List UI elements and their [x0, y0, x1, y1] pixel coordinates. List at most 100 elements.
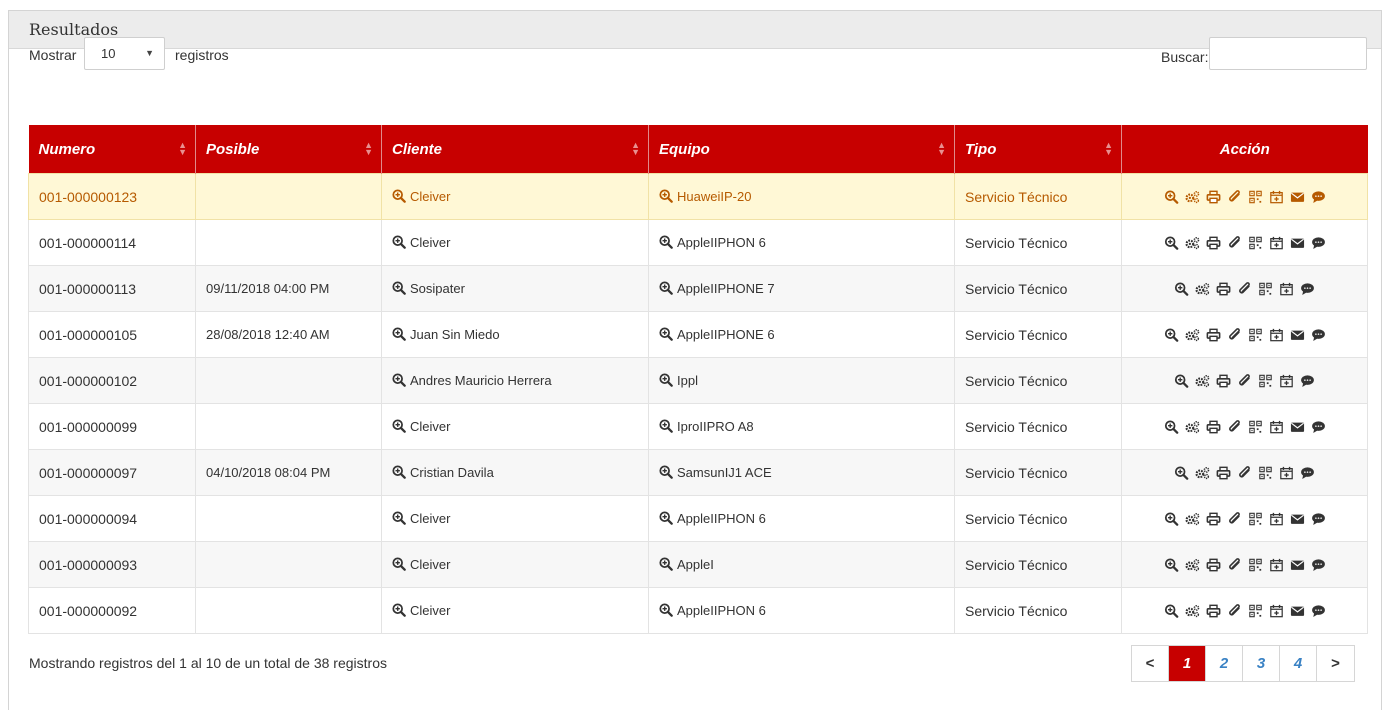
- cell-cliente[interactable]: Andres Mauricio Herrera: [381, 357, 649, 404]
- column-header-posible[interactable]: Posible ▲ ▼: [195, 125, 382, 174]
- cliente-link[interactable]: Cleiver: [410, 419, 450, 434]
- cell-equipo[interactable]: AppleIIPHON 6: [648, 219, 955, 266]
- paperclip-icon[interactable]: [1225, 419, 1244, 434]
- qrcode-icon[interactable]: [1256, 374, 1275, 388]
- print-icon[interactable]: [1204, 420, 1223, 434]
- qrcode-icon[interactable]: [1256, 466, 1275, 480]
- print-icon[interactable]: [1214, 374, 1233, 388]
- envelope-icon[interactable]: [1288, 236, 1307, 250]
- print-icon[interactable]: [1214, 282, 1233, 296]
- comment-icon[interactable]: [1309, 420, 1328, 434]
- calendar-plus-icon[interactable]: [1267, 558, 1286, 572]
- equipo-link[interactable]: AppleIIPHONE 6: [677, 327, 775, 342]
- envelope-icon[interactable]: [1288, 190, 1307, 204]
- cliente-link[interactable]: Cleiver: [410, 603, 450, 618]
- comment-icon[interactable]: [1309, 512, 1328, 526]
- cell-equipo[interactable]: AppleIIPHON 6: [648, 495, 955, 542]
- cogs-icon[interactable]: [1193, 282, 1212, 296]
- calendar-plus-icon[interactable]: [1267, 420, 1286, 434]
- comment-icon[interactable]: [1309, 328, 1328, 342]
- pagination-page-3[interactable]: 3: [1243, 646, 1280, 681]
- table-row[interactable]: 001-000000093 Cleiver AppleI Servicio Técni…: [28, 541, 1368, 588]
- zoom-in-icon[interactable]: [1172, 465, 1191, 480]
- paperclip-icon[interactable]: [1235, 281, 1254, 296]
- cell-cliente[interactable]: Cleiver: [381, 403, 649, 450]
- cogs-icon[interactable]: [1183, 236, 1202, 250]
- pagination-page-4[interactable]: 4: [1280, 646, 1317, 681]
- cell-equipo[interactable]: IproIIPRO A8: [648, 403, 955, 450]
- cell-equipo[interactable]: AppleIIPHONE 7: [648, 265, 955, 312]
- cliente-link[interactable]: Sosipater: [410, 281, 465, 296]
- zoom-in-icon[interactable]: [1162, 327, 1181, 342]
- qrcode-icon[interactable]: [1246, 190, 1265, 204]
- print-icon[interactable]: [1204, 236, 1223, 250]
- paperclip-icon[interactable]: [1225, 603, 1244, 618]
- comment-icon[interactable]: [1309, 190, 1328, 204]
- equipo-link[interactable]: Ippl: [677, 373, 698, 388]
- zoom-in-icon[interactable]: [1172, 281, 1191, 296]
- calendar-plus-icon[interactable]: [1267, 328, 1286, 342]
- cogs-icon[interactable]: [1183, 512, 1202, 526]
- print-icon[interactable]: [1204, 190, 1223, 204]
- equipo-link[interactable]: AppleI: [677, 557, 714, 572]
- column-header-equipo[interactable]: Equipo ▲ ▼: [648, 125, 955, 174]
- per-page-select[interactable]: 10 ▼: [84, 37, 165, 70]
- cell-equipo[interactable]: AppleI: [648, 541, 955, 588]
- equipo-link[interactable]: AppleIIPHON 6: [677, 603, 766, 618]
- table-row[interactable]: 001-000000102 Andres Mauricio Herrera Ippl…: [28, 357, 1368, 404]
- paperclip-icon[interactable]: [1225, 511, 1244, 526]
- equipo-link[interactable]: AppleIIPHON 6: [677, 511, 766, 526]
- cell-equipo[interactable]: Ippl: [648, 357, 955, 404]
- table-row[interactable]: 001-000000092 Cleiver AppleIIPHON 6 Servici…: [28, 587, 1368, 634]
- paperclip-icon[interactable]: [1235, 373, 1254, 388]
- print-icon[interactable]: [1204, 512, 1223, 526]
- cell-cliente[interactable]: Cleiver: [381, 495, 649, 542]
- cell-equipo[interactable]: SamsunIJ1 ACE: [648, 449, 955, 496]
- cliente-link[interactable]: Cleiver: [410, 557, 450, 572]
- print-icon[interactable]: [1204, 328, 1223, 342]
- qrcode-icon[interactable]: [1246, 420, 1265, 434]
- zoom-in-icon[interactable]: [1162, 235, 1181, 250]
- zoom-in-icon[interactable]: [1162, 189, 1181, 204]
- envelope-icon[interactable]: [1288, 604, 1307, 618]
- cell-cliente[interactable]: Cleiver: [381, 219, 649, 266]
- search-input[interactable]: [1209, 37, 1367, 70]
- column-header-cliente[interactable]: Cliente ▲ ▼: [381, 125, 649, 174]
- zoom-in-icon[interactable]: [1162, 557, 1181, 572]
- comment-icon[interactable]: [1309, 236, 1328, 250]
- qrcode-icon[interactable]: [1246, 558, 1265, 572]
- qrcode-icon[interactable]: [1246, 604, 1265, 618]
- comment-icon[interactable]: [1309, 604, 1328, 618]
- equipo-link[interactable]: IproIIPRO A8: [677, 419, 754, 434]
- table-row[interactable]: 001-000000123 Cleiver HuaweiIP-20 Servicio …: [28, 173, 1368, 220]
- comment-icon[interactable]: [1298, 282, 1317, 296]
- calendar-plus-icon[interactable]: [1267, 512, 1286, 526]
- cell-equipo[interactable]: AppleIIPHON 6: [648, 587, 955, 634]
- calendar-plus-icon[interactable]: [1277, 466, 1296, 480]
- table-row[interactable]: 001-000000094 Cleiver AppleIIPHON 6 Servici…: [28, 495, 1368, 542]
- paperclip-icon[interactable]: [1225, 189, 1244, 204]
- zoom-in-icon[interactable]: [1162, 511, 1181, 526]
- qrcode-icon[interactable]: [1246, 328, 1265, 342]
- table-row[interactable]: 001-000000099 Cleiver IproIIPRO A8 Servicio…: [28, 403, 1368, 450]
- table-row[interactable]: 001-000000105 28/08/2018 12:40 AM Juan Sin…: [28, 311, 1368, 358]
- cogs-icon[interactable]: [1183, 420, 1202, 434]
- cliente-link[interactable]: Andres Mauricio Herrera: [410, 373, 552, 388]
- comment-icon[interactable]: [1309, 558, 1328, 572]
- comment-icon[interactable]: [1298, 466, 1317, 480]
- qrcode-icon[interactable]: [1256, 282, 1275, 296]
- paperclip-icon[interactable]: [1225, 235, 1244, 250]
- zoom-in-icon[interactable]: [1162, 419, 1181, 434]
- column-header-tipo[interactable]: Tipo ▲ ▼: [954, 125, 1122, 174]
- envelope-icon[interactable]: [1288, 512, 1307, 526]
- cliente-link[interactable]: Cleiver: [410, 511, 450, 526]
- envelope-icon[interactable]: [1288, 420, 1307, 434]
- paperclip-icon[interactable]: [1235, 465, 1254, 480]
- calendar-plus-icon[interactable]: [1277, 374, 1296, 388]
- qrcode-icon[interactable]: [1246, 236, 1265, 250]
- cogs-icon[interactable]: [1193, 466, 1212, 480]
- cliente-link[interactable]: Juan Sin Miedo: [410, 327, 500, 342]
- table-row[interactable]: 001-000000113 09/11/2018 04:00 PM Sosipate…: [28, 265, 1368, 312]
- pagination-next[interactable]: >: [1317, 646, 1354, 681]
- comment-icon[interactable]: [1298, 374, 1317, 388]
